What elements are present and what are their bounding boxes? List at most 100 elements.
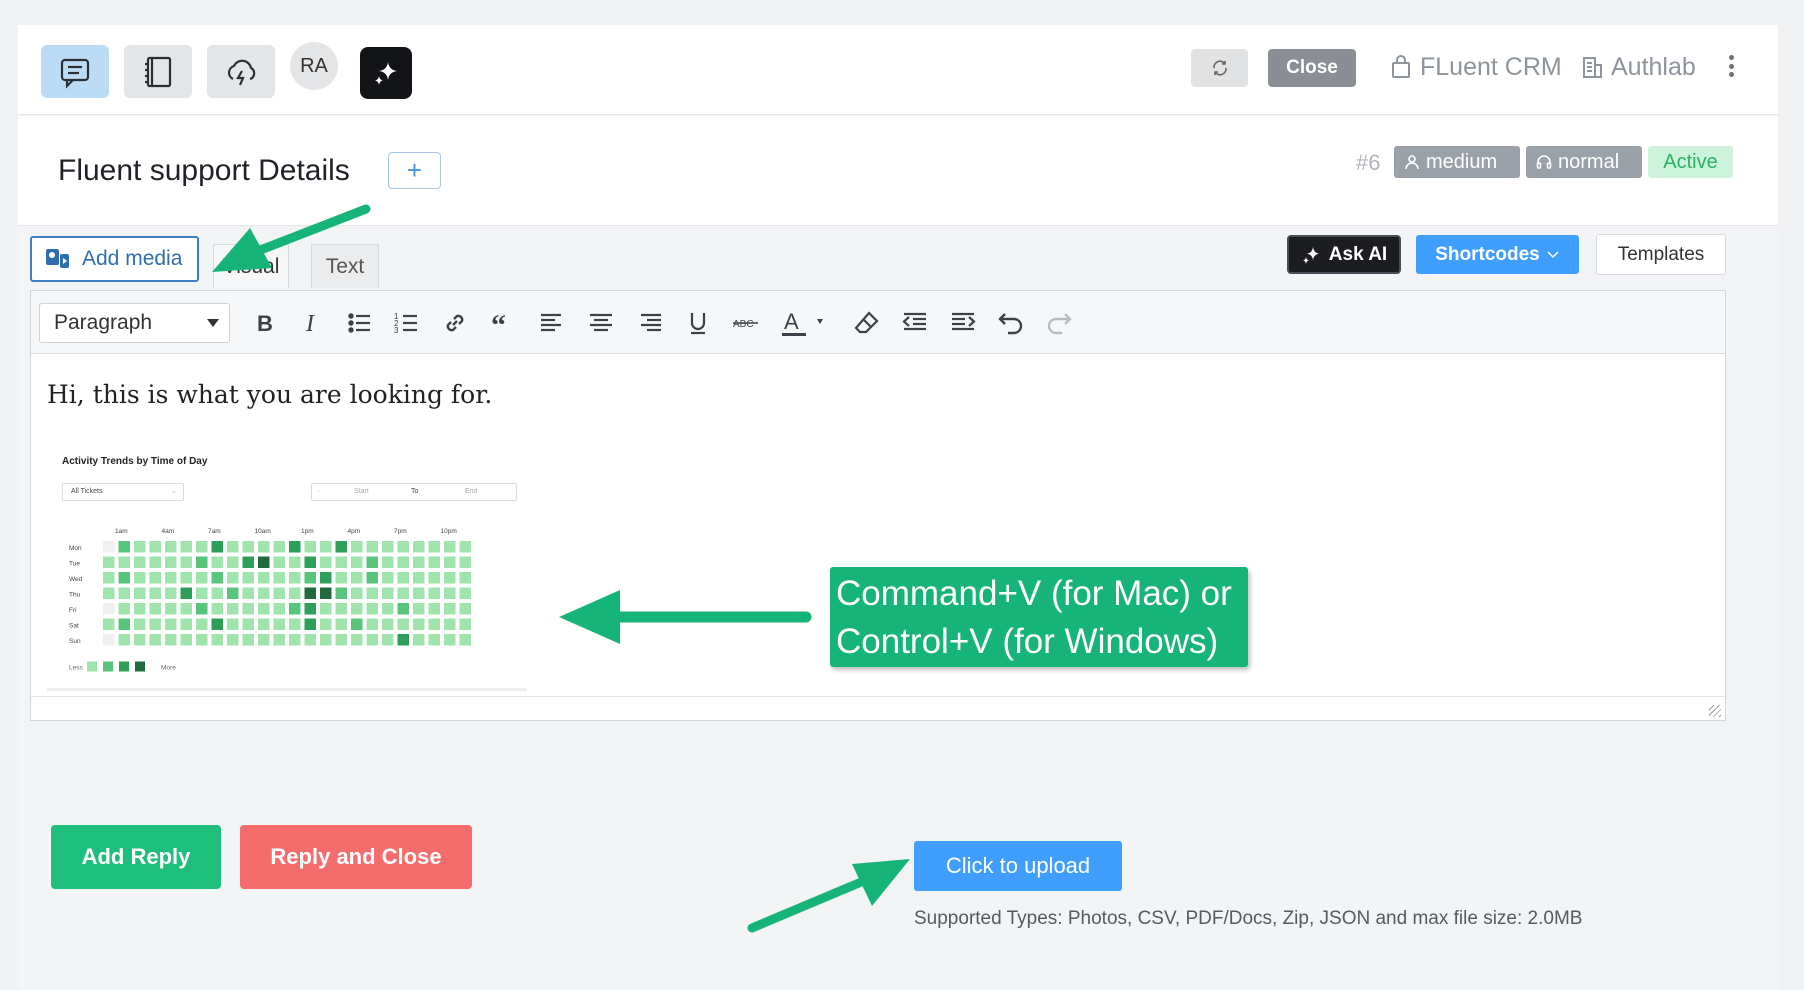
fluent-crm-link[interactable]: FLuent CRM bbox=[1390, 51, 1562, 83]
strikethrough-button[interactable]: ABC bbox=[728, 305, 764, 341]
ask-ai-button[interactable]: Ask AI bbox=[1287, 235, 1401, 274]
reply-and-close-button[interactable]: Reply and Close bbox=[240, 825, 472, 889]
bold-button[interactable]: B bbox=[246, 305, 282, 341]
align-left-button[interactable] bbox=[534, 305, 570, 341]
tab-text[interactable]: Text bbox=[311, 244, 379, 288]
close-button[interactable]: Close bbox=[1268, 49, 1356, 87]
heatmap-cell bbox=[320, 556, 332, 568]
heatmap-cell bbox=[366, 556, 378, 568]
conversation-tab-button[interactable] bbox=[41, 45, 109, 98]
heatmap-cell bbox=[196, 572, 208, 584]
heatmap-cell bbox=[444, 587, 456, 599]
priority-badge: medium bbox=[1394, 146, 1520, 178]
heatmap-cell bbox=[351, 587, 363, 599]
heatmap-cell bbox=[413, 587, 425, 599]
bullet-list-button[interactable] bbox=[342, 305, 378, 341]
numbered-list-button[interactable]: 123 bbox=[389, 305, 425, 341]
heatmap-cell bbox=[165, 556, 177, 568]
heatmap-cell bbox=[149, 618, 161, 630]
heatmap-cell bbox=[304, 634, 316, 646]
heatmap-cell bbox=[382, 572, 394, 584]
authlab-link[interactable]: Authlab bbox=[1581, 51, 1696, 83]
heatmap-cell bbox=[320, 572, 332, 584]
ai-assistant-button[interactable] bbox=[360, 47, 412, 99]
add-media-button[interactable]: Add media bbox=[30, 236, 199, 282]
align-center-button[interactable] bbox=[583, 305, 619, 341]
notes-tab-button[interactable] bbox=[124, 45, 192, 98]
shortcodes-label: Shortcodes bbox=[1435, 243, 1540, 265]
shortcodes-dropdown[interactable]: Shortcodes bbox=[1416, 235, 1579, 274]
heatmap-cell bbox=[196, 541, 208, 553]
heatmap-cell bbox=[273, 634, 285, 646]
add-reply-button[interactable]: Add Reply bbox=[51, 825, 221, 889]
heatmap-cell bbox=[149, 634, 161, 646]
ticket-id: #6 bbox=[1356, 150, 1381, 175]
heatmap-cell bbox=[320, 618, 332, 630]
pasted-screenshot-image[interactable]: Activity Trends by Time of Day All Ticke… bbox=[47, 446, 527, 691]
blockquote-button[interactable]: “ bbox=[485, 305, 521, 341]
align-right-button[interactable] bbox=[632, 305, 668, 341]
text-color-button[interactable]: A bbox=[777, 305, 833, 341]
svg-text:B: B bbox=[257, 311, 273, 336]
more-options-icon[interactable] bbox=[1724, 53, 1738, 79]
heatmap-cell bbox=[118, 541, 130, 553]
pasted-day-label: Sun bbox=[69, 638, 81, 645]
heatmap-cell bbox=[258, 572, 270, 584]
heatmap-cell bbox=[149, 587, 161, 599]
heatmap-cell bbox=[273, 572, 285, 584]
clear-formatting-button[interactable] bbox=[849, 305, 885, 341]
outdent-button[interactable] bbox=[897, 305, 933, 341]
heatmap-cell bbox=[397, 556, 409, 568]
heatmap-cell bbox=[180, 541, 192, 553]
heatmap-cell bbox=[289, 541, 301, 553]
avatar[interactable]: RA bbox=[290, 42, 338, 90]
chat-icon bbox=[60, 58, 90, 89]
upload-button[interactable]: Click to upload bbox=[914, 841, 1122, 891]
heatmap-cell bbox=[413, 634, 425, 646]
underline-icon bbox=[690, 313, 706, 335]
heatmap-cell bbox=[428, 603, 440, 615]
templates-button[interactable]: Templates bbox=[1596, 234, 1726, 275]
heatmap-cell bbox=[397, 587, 409, 599]
resize-handle-icon[interactable] bbox=[1709, 705, 1721, 717]
heatmap-cell bbox=[289, 618, 301, 630]
heatmap-cell bbox=[180, 556, 192, 568]
heatmap-cell bbox=[273, 618, 285, 630]
indent-button[interactable] bbox=[945, 305, 981, 341]
link-button[interactable] bbox=[437, 305, 473, 341]
heatmap-cell bbox=[304, 556, 316, 568]
add-button[interactable]: + bbox=[388, 152, 441, 189]
italic-button[interactable]: I bbox=[293, 305, 329, 341]
heatmap-cell bbox=[273, 603, 285, 615]
heatmap-cell bbox=[103, 603, 115, 615]
redo-button[interactable] bbox=[1041, 305, 1077, 341]
heatmap-cell bbox=[165, 618, 177, 630]
heatmap-cell bbox=[351, 618, 363, 630]
activity-tab-button[interactable] bbox=[207, 45, 275, 98]
client-priority-badge-label: normal bbox=[1558, 150, 1620, 173]
pasted-hour-label: 4pm bbox=[348, 528, 361, 535]
heatmap-cell bbox=[397, 603, 409, 615]
heatmap-cell bbox=[118, 587, 130, 599]
heatmap-cell bbox=[428, 634, 440, 646]
chevron-down-icon bbox=[207, 319, 219, 327]
page-title: Fluent support Details bbox=[58, 154, 350, 187]
undo-button[interactable] bbox=[993, 305, 1029, 341]
tab-visual[interactable]: Visual bbox=[213, 244, 289, 288]
pasted-hour-label: 10am bbox=[255, 528, 271, 535]
underline-button[interactable] bbox=[680, 305, 716, 341]
heatmap-cell bbox=[413, 541, 425, 553]
redo-icon bbox=[1047, 313, 1072, 335]
heatmap-cell bbox=[351, 572, 363, 584]
heatmap-cell bbox=[258, 587, 270, 599]
heatmap-cell bbox=[335, 572, 347, 584]
svg-text:I: I bbox=[305, 311, 315, 337]
heatmap-cell bbox=[180, 634, 192, 646]
format-select[interactable]: Paragraph bbox=[39, 303, 230, 343]
heatmap-cell bbox=[335, 603, 347, 615]
heatmap-cell bbox=[320, 634, 332, 646]
refresh-button[interactable] bbox=[1191, 49, 1248, 87]
heatmap-cell bbox=[413, 556, 425, 568]
editor-text[interactable]: Hi, this is what you are looking for. bbox=[47, 380, 492, 409]
numbered-list-icon: 123 bbox=[394, 312, 417, 335]
